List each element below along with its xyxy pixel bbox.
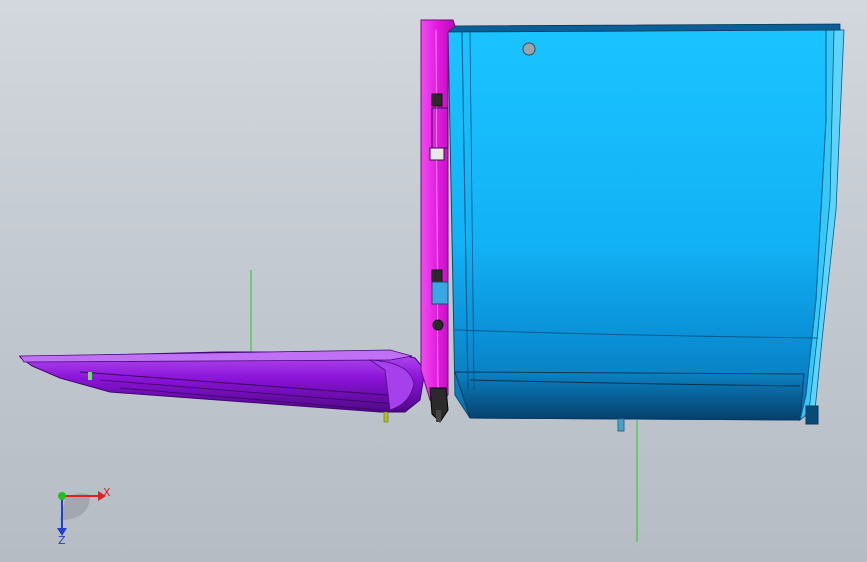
model-canvas[interactable]: X Z [0,0,867,562]
x-axis-label: X [103,486,111,499]
tray-body[interactable] [18,349,426,423]
cabinet-body[interactable] [447,23,845,432]
axis-triad: X Z [57,486,111,547]
y-axis-dot-icon [58,492,66,500]
cabinet-hole [522,42,536,56]
cad-viewport[interactable]: X Z [0,0,867,562]
z-axis-label: Z [58,534,66,547]
